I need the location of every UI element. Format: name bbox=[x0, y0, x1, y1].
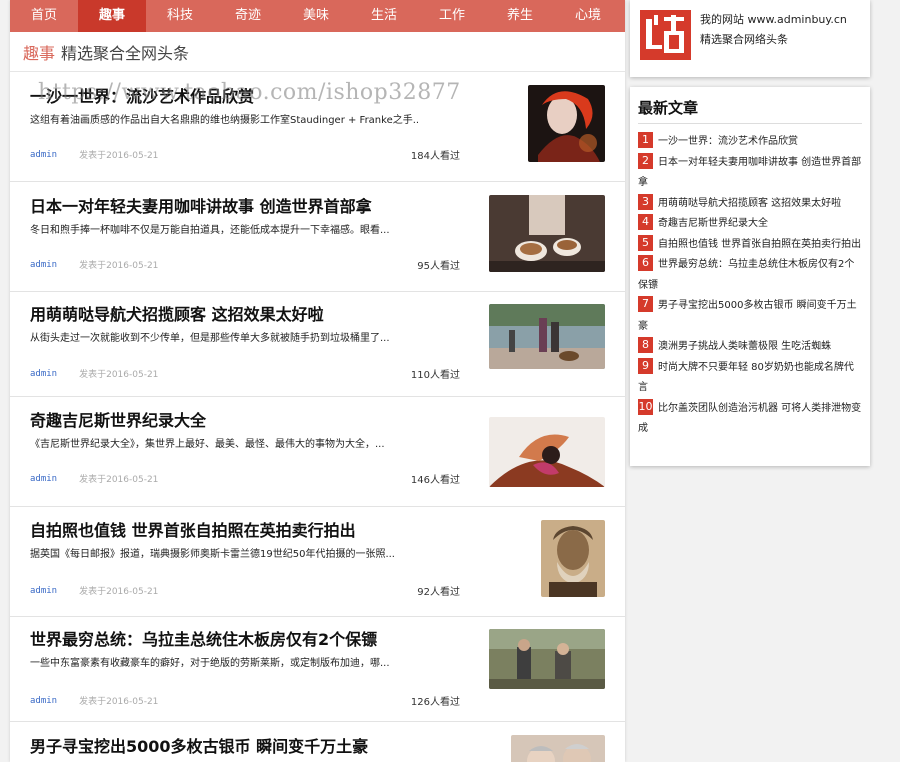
latest-item-title[interactable]: 世界最穷总统：乌拉圭总统住木板房仅有2个保镖 bbox=[638, 259, 854, 291]
article-date: 发表于2016-05-21 bbox=[79, 475, 159, 485]
article-thumbnail[interactable] bbox=[489, 304, 605, 369]
article-author[interactable]: admin bbox=[30, 150, 57, 160]
latest-item-title[interactable]: 时尚大牌不只要年轻 80岁奶奶也能成名牌代言 bbox=[638, 362, 854, 394]
article-thumbnail[interactable] bbox=[489, 417, 605, 487]
nav-item-home[interactable]: 首页 bbox=[10, 0, 78, 32]
article-date: 发表于2016-05-21 bbox=[79, 697, 159, 707]
latest-item-title[interactable]: 男子寻宝挖出5000多枚古银币 瞬间变千万土豪 bbox=[638, 300, 857, 332]
site-logo[interactable] bbox=[640, 10, 691, 60]
article-meta: admin 发表于2016-05-21 95人看过 bbox=[30, 257, 460, 273]
section-category: 趣事 bbox=[23, 43, 56, 63]
section-subtitle: 精选聚合全网头条 bbox=[61, 43, 190, 63]
latest-articles-card: 最新文章 1 一沙一世界：流沙艺术作品欣赏 2 日本一对年轻夫妻用咖啡讲故事 创造世… bbox=[630, 87, 870, 466]
latest-item-rank: 1 bbox=[638, 132, 653, 148]
brand-text: 我的网站 www.adminbuy.cn 精选聚合网络头条 bbox=[700, 10, 847, 50]
site-logo-mark bbox=[645, 15, 684, 53]
article-date: 发表于2016-05-21 bbox=[79, 151, 159, 161]
latest-item[interactable]: 8 澳洲男子挑战人类味蕾极限 生吃活蜘蛛 bbox=[638, 337, 862, 358]
nav-item-food[interactable]: 美味 bbox=[282, 0, 350, 32]
article-views: 95人看过 bbox=[417, 261, 460, 272]
latest-item[interactable]: 4 奇趣吉尼斯世界纪录大全 bbox=[638, 214, 862, 235]
latest-item[interactable]: 3 用萌萌哒导航犬招揽顾客 这招效果太好啦 bbox=[638, 193, 862, 215]
article-meta: admin 发表于2016-05-21 92人看过 bbox=[30, 583, 460, 599]
latest-item-title[interactable]: 自拍照也值钱 世界首张自拍照在英拍卖行拍出 bbox=[658, 239, 861, 250]
article-excerpt: 从街头走过一次就能收到不少传单，但是那些传单大多就被随手扔到垃圾桶里了... bbox=[30, 333, 390, 344]
latest-articles-list: 1 一沙一世界：流沙艺术作品欣赏 2 日本一对年轻夫妻用咖啡讲故事 创造世界首部拿 … bbox=[638, 132, 862, 440]
article-views: 146人看过 bbox=[410, 475, 460, 486]
article-meta: admin 发表于2016-05-21 126人看过 bbox=[30, 693, 460, 709]
brand-tagline: 精选聚合网络头条 bbox=[700, 33, 788, 46]
latest-item[interactable]: 9 时尚大牌不只要年轻 80岁奶奶也能成名牌代言 bbox=[638, 357, 862, 399]
nav-item-miracle[interactable]: 奇迹 bbox=[214, 0, 282, 32]
article-meta: admin 发表于2016-05-21 184人看过 bbox=[30, 147, 460, 163]
latest-item-title[interactable]: 一沙一世界：流沙艺术作品欣赏 bbox=[658, 136, 798, 147]
article-item[interactable]: 世界最穷总统：乌拉圭总统住木板房仅有2个保镖 一些中东富豪素有收藏豪车的癖好，对… bbox=[10, 617, 625, 722]
article-author[interactable]: admin bbox=[30, 474, 57, 484]
latest-item-rank: 9 bbox=[638, 357, 653, 374]
article-excerpt: 《吉尼斯世界纪录大全》，集世界上最好、最美、最怪、最伟大的事物为大全，... bbox=[30, 439, 385, 450]
latest-item[interactable]: 7 男子寻宝挖出5000多枚古银币 瞬间变千万土豪 bbox=[638, 296, 862, 337]
latest-item[interactable]: 2 日本一对年轻夫妻用咖啡讲故事 创造世界首部拿 bbox=[638, 152, 862, 194]
article-item[interactable]: 奇趣吉尼斯世界纪录大全 《吉尼斯世界纪录大全》，集世界上最好、最美、最怪、最伟大… bbox=[10, 397, 625, 507]
article-thumbnail[interactable] bbox=[489, 195, 605, 272]
top-nav: 首页 趣事 科技 奇迹 美味 生活 工作 养生 心境 bbox=[10, 0, 625, 32]
nav-item-health[interactable]: 养生 bbox=[486, 0, 554, 32]
latest-item-title[interactable]: 澳洲男子挑战人类味蕾极限 生吃活蜘蛛 bbox=[658, 341, 831, 352]
article-title[interactable]: 一沙一世界：流沙艺术作品欣赏 bbox=[30, 72, 605, 108]
brand-card: 我的网站 www.adminbuy.cn 精选聚合网络头条 bbox=[630, 0, 870, 77]
main-content: 首页 趣事 科技 奇迹 美味 生活 工作 养生 心境 趣事 精选聚合全网头条 一… bbox=[10, 0, 625, 762]
nav-item-mood[interactable]: 心境 bbox=[554, 0, 622, 32]
article-author[interactable]: admin bbox=[30, 586, 57, 596]
latest-item[interactable]: 10 比尔盖茨团队创造治污机器 可将人类排泄物变成 bbox=[638, 398, 862, 440]
article-excerpt: 这组有着油画质感的作品出自大名鼎鼎的维也纳摄影工作室Staudinger + F… bbox=[30, 115, 420, 126]
nav-item-life[interactable]: 生活 bbox=[350, 0, 418, 32]
article-author[interactable]: admin bbox=[30, 260, 57, 270]
article-item[interactable]: 一沙一世界：流沙艺术作品欣赏 这组有着油画质感的作品出自大名鼎鼎的维也纳摄影工作… bbox=[10, 72, 625, 182]
article-thumbnail[interactable] bbox=[541, 520, 605, 597]
latest-item-title[interactable]: 比尔盖茨团队创造治污机器 可将人类排泄物变成 bbox=[638, 403, 861, 435]
article-item[interactable]: 用萌萌哒导航犬招揽顾客 这招效果太好啦 从街头走过一次就能收到不少传单，但是那些… bbox=[10, 292, 625, 397]
brand-site-line[interactable]: 我的网站 www.adminbuy.cn bbox=[700, 10, 847, 30]
latest-item[interactable]: 1 一沙一世界：流沙艺术作品欣赏 bbox=[638, 132, 862, 153]
article-date: 发表于2016-05-21 bbox=[79, 587, 159, 597]
latest-item-rank: 10 bbox=[638, 398, 653, 415]
article-meta: admin 发表于2016-05-21 146人看过 bbox=[30, 471, 460, 487]
latest-item-title[interactable]: 奇趣吉尼斯世界纪录大全 bbox=[658, 218, 768, 229]
article-item[interactable]: 日本一对年轻夫妻用咖啡讲故事 创造世界首部拿 冬日和煦手捧一杯咖啡不仅是万能自拍… bbox=[10, 182, 625, 292]
article-item[interactable]: 自拍照也值钱 世界首张自拍照在英拍卖行拍出 据英国《每日邮报》报道，瑞典摄影师奥… bbox=[10, 507, 625, 617]
article-thumbnail[interactable] bbox=[489, 629, 605, 689]
latest-item-title[interactable]: 日本一对年轻夫妻用咖啡讲故事 创造世界首部拿 bbox=[638, 157, 861, 189]
latest-articles-heading: 最新文章 bbox=[638, 95, 862, 124]
article-thumbnail[interactable] bbox=[528, 85, 605, 162]
article-thumbnail[interactable] bbox=[511, 735, 605, 762]
section-header: 趣事 精选聚合全网头条 bbox=[10, 32, 625, 72]
latest-item-rank: 2 bbox=[638, 152, 653, 169]
latest-item-rank: 6 bbox=[638, 255, 653, 271]
article-author[interactable]: admin bbox=[30, 696, 57, 706]
article-meta: admin 发表于2016-05-21 110人看过 bbox=[30, 366, 460, 382]
article-date: 发表于2016-05-21 bbox=[79, 261, 159, 271]
article-views: 110人看过 bbox=[410, 370, 460, 381]
nav-item-work[interactable]: 工作 bbox=[418, 0, 486, 32]
latest-item[interactable]: 6 世界最穷总统：乌拉圭总统住木板房仅有2个保镖 bbox=[638, 255, 862, 296]
article-excerpt: 冬日和煦手捧一杯咖啡不仅是万能自拍道具，还能低成本提升一下幸福感。眼看... bbox=[30, 225, 390, 236]
latest-item-title[interactable]: 用萌萌哒导航犬招揽顾客 这招效果太好啦 bbox=[658, 198, 841, 209]
article-date: 发表于2016-05-21 bbox=[79, 370, 159, 380]
latest-item-rank: 8 bbox=[638, 337, 653, 353]
latest-item[interactable]: 5 自拍照也值钱 世界首张自拍照在英拍卖行拍出 bbox=[638, 234, 862, 256]
article-item[interactable]: 男子寻宝挖出5000多枚古银币 瞬间变千万土豪 bbox=[10, 722, 625, 762]
nav-item-fun[interactable]: 趣事 bbox=[78, 0, 146, 32]
article-views: 126人看过 bbox=[410, 697, 460, 708]
article-author[interactable]: admin bbox=[30, 369, 57, 379]
latest-item-rank: 4 bbox=[638, 214, 653, 230]
latest-item-rank: 3 bbox=[638, 193, 653, 210]
nav-item-tech[interactable]: 科技 bbox=[146, 0, 214, 32]
article-title[interactable]: 自拍照也值钱 世界首张自拍照在英拍卖行拍出 bbox=[30, 507, 605, 542]
article-views: 184人看过 bbox=[410, 151, 460, 162]
article-excerpt: 一些中东富豪素有收藏豪车的癖好，对于绝版的劳斯莱斯，或定制版布加迪，哪... bbox=[30, 658, 390, 669]
latest-item-rank: 7 bbox=[638, 296, 653, 312]
latest-item-rank: 5 bbox=[638, 234, 653, 251]
article-views: 92人看过 bbox=[417, 587, 460, 598]
article-excerpt: 据英国《每日邮报》报道，瑞典摄影师奥斯卡雷兰德19世纪50年代拍摄的一张照... bbox=[30, 549, 395, 560]
